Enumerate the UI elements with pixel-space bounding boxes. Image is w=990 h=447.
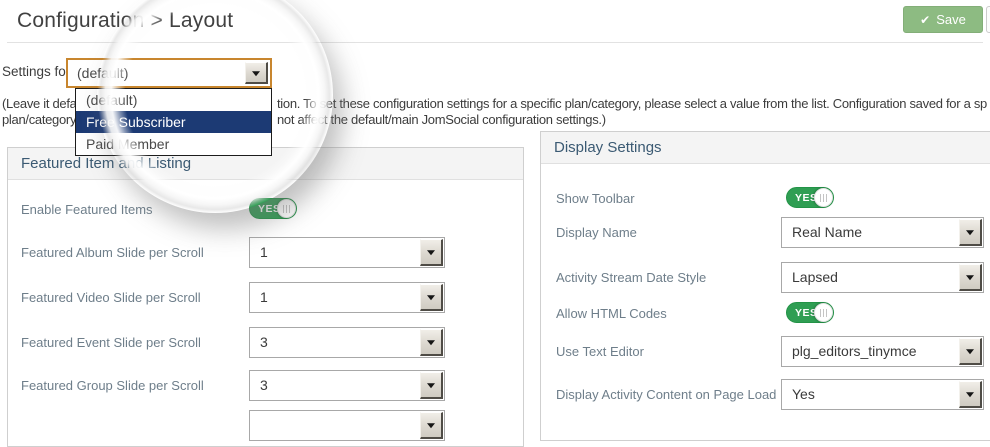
description-line2-end: not affect the default/main JomSocial co… [277,112,606,127]
grip-icon [820,309,828,317]
setting-label: Featured Group Slide per Scroll [21,378,204,393]
select-value: plg_editors_tinymce [792,343,917,359]
toggle-enable-featured-items[interactable]: YES [249,198,297,219]
dropdown-arrow-icon [966,392,974,397]
select-value: 3 [260,334,268,350]
chevron-down-icon[interactable] [245,62,268,84]
title-divider [7,42,983,43]
dropdown-arrow-icon [427,295,435,300]
select-value: 3 [260,377,268,393]
setting-label: Featured Album Slide per Scroll [21,245,204,260]
description-line1-end: tion. To set these configuration setting… [277,96,987,111]
select-display-name[interactable]: Real Name [781,217,984,248]
setting-label: Display Activity Content on Page Load [556,387,776,402]
toggle-knob [814,303,833,322]
option-free-subscriber[interactable]: Free Subscriber [76,111,271,133]
save-button[interactable]: ✔ Save [903,6,983,33]
featured-item-and-listing-panel: Featured Item and Listing Enable Feature… [7,147,524,447]
select-featured-album-slide[interactable]: 1 [249,237,445,268]
select-value: Yes [792,386,815,402]
select-featured-event-slide[interactable]: 3 [249,327,445,358]
setting-label: Enable Featured Items [21,202,153,217]
toggle-knob [277,199,296,218]
setting-label: Display Name [556,225,637,240]
chevron-down-icon[interactable] [420,284,443,311]
select-value: Real Name [792,224,862,240]
toggle-knob [814,188,833,207]
dropdown-arrow-icon [966,275,974,280]
description-line1-start: (Leave it defa [2,96,77,111]
setting-label: Featured Video Slide per Scroll [21,290,201,305]
option-default[interactable]: (default) [76,89,271,111]
select-use-text-editor[interactable]: plg_editors_tinymce [781,336,984,367]
settings-for-option-list: (default) Free Subscriber Paid Member [75,88,272,156]
select-value: 1 [260,244,268,260]
select-value: 1 [260,289,268,305]
setting-label: Use Text Editor [556,344,644,359]
settings-for-select[interactable]: (default) [66,58,272,88]
chevron-down-icon[interactable] [420,239,443,266]
setting-label: Activity Stream Date Style [556,270,706,285]
dropdown-arrow-icon [252,71,260,76]
chevron-down-icon[interactable] [420,412,443,439]
select-activity-stream-date-style[interactable]: Lapsed [781,262,984,293]
chevron-down-icon[interactable] [959,381,982,408]
chevron-down-icon[interactable] [959,264,982,291]
clipped-secondary-button[interactable] [986,6,990,33]
setting-label: Allow HTML Codes [556,306,667,321]
select-featured-group-slide[interactable]: 3 [249,370,445,401]
setting-label: Featured Event Slide per Scroll [21,335,201,350]
dropdown-arrow-icon [427,383,435,388]
dropdown-arrow-icon [966,349,974,354]
right-panel-title: Display Settings [541,132,990,164]
grip-icon [283,205,291,213]
dropdown-arrow-icon [427,250,435,255]
chevron-down-icon[interactable] [420,329,443,356]
setting-label: Show Toolbar [556,191,635,206]
chevron-down-icon[interactable] [959,219,982,246]
select-clipped-bottom[interactable] [249,410,445,441]
chevron-down-icon[interactable] [959,338,982,365]
select-display-activity-content[interactable]: Yes [781,379,984,410]
chevron-down-icon[interactable] [420,372,443,399]
dropdown-arrow-icon [966,230,974,235]
dropdown-arrow-icon [427,340,435,345]
settings-for-selected-value: (default) [77,65,128,81]
check-icon: ✔ [920,14,930,26]
toggle-show-toolbar[interactable]: YES [786,187,834,208]
select-value: Lapsed [792,269,838,285]
toggle-allow-html-codes[interactable]: YES [786,302,834,323]
option-paid-member[interactable]: Paid Member [76,133,271,155]
select-featured-video-slide[interactable]: 1 [249,282,445,313]
page-title: Configuration > Layout [17,9,233,33]
settings-for-label: Settings for: [2,64,74,79]
dropdown-arrow-icon [427,423,435,428]
save-button-label: Save [936,12,966,27]
display-settings-panel: Display Settings Show Toolbar YES Displa… [540,131,990,441]
grip-icon [820,194,828,202]
